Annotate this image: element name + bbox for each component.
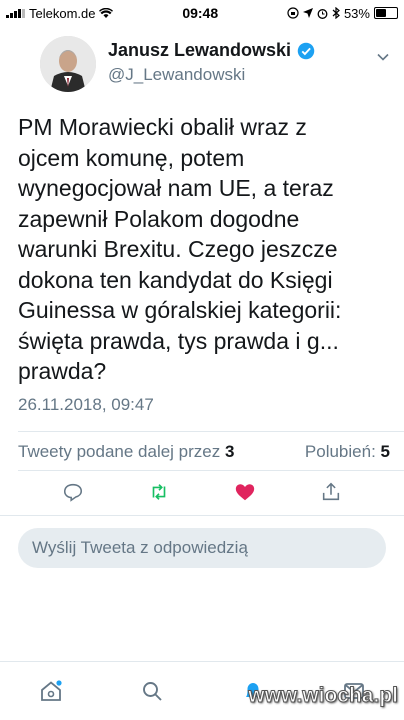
- likes-label: Polubień:: [304, 441, 376, 461]
- tweet-stats: Tweety podane dalej przez 3 Polubień: 5: [0, 432, 404, 470]
- signal-icon: [6, 8, 25, 18]
- status-right: 53%: [287, 6, 398, 21]
- status-time: 09:48: [182, 5, 219, 21]
- bluetooth-icon: [332, 7, 340, 19]
- battery-percent: 53%: [343, 5, 370, 21]
- divider: [0, 514, 404, 516]
- display-name[interactable]: Janusz Lewandowski: [108, 40, 291, 61]
- home-icon[interactable]: [39, 679, 63, 703]
- handle[interactable]: @J_Lewandowski: [108, 65, 315, 85]
- rotation-lock-icon: [287, 7, 299, 19]
- search-icon[interactable]: [140, 679, 164, 703]
- reply-icon[interactable]: [62, 481, 84, 503]
- retweets-label: Tweety podane dalej przez: [18, 441, 221, 461]
- wifi-icon: [99, 7, 114, 18]
- carrier-name: Telekom.de: [29, 5, 96, 21]
- tweet-actions: [0, 471, 404, 515]
- likes-count: 5: [380, 441, 390, 461]
- avatar[interactable]: [40, 36, 96, 92]
- tweet-timestamp[interactable]: 26.11.2018, 09:47: [0, 387, 404, 415]
- retweets-stat[interactable]: Tweety podane dalej przez 3: [18, 442, 234, 462]
- reply-input[interactable]: Wyślij Tweeta z odpowiedzią: [18, 527, 386, 568]
- author-names: Janusz Lewandowski @J_Lewandowski: [108, 40, 315, 106]
- retweets-count: 3: [224, 441, 235, 461]
- author-name-row: Janusz Lewandowski: [108, 40, 315, 61]
- likes-stat[interactable]: Polubień: 5: [305, 442, 390, 462]
- verified-icon: [297, 42, 315, 59]
- retweet-icon[interactable]: [148, 481, 170, 503]
- alarm-icon: [317, 8, 328, 19]
- chevron-down-icon[interactable]: [376, 50, 390, 64]
- battery-icon: [373, 7, 398, 19]
- location-icon: [302, 8, 313, 18]
- share-icon[interactable]: [320, 481, 342, 503]
- watermark: www.wiocha.pl: [248, 684, 399, 708]
- tweet-text: PM Morawiecki obalił wraz z ojcem komunę…: [18, 114, 342, 384]
- tweet-header: Janusz Lewandowski @J_Lewandowski: [0, 26, 404, 106]
- status-bar: Telekom.de 09:48 53%: [0, 0, 404, 26]
- like-icon[interactable]: [234, 481, 256, 503]
- status-left: Telekom.de: [6, 5, 114, 21]
